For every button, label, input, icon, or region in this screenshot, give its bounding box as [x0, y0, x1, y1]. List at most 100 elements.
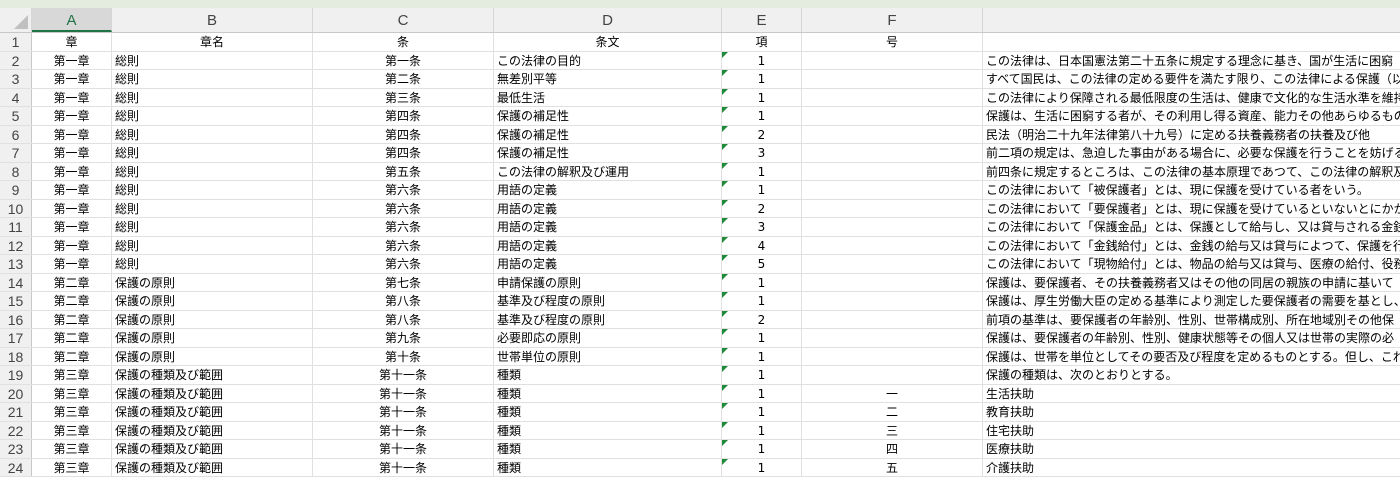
- cell-chapter-name[interactable]: 保護の種類及び範囲: [112, 403, 313, 421]
- cell-article[interactable]: 第六条: [313, 181, 494, 199]
- cell-item[interactable]: [802, 218, 983, 236]
- row-number[interactable]: 18: [0, 347, 32, 365]
- cell-article[interactable]: 第二条: [313, 70, 494, 88]
- cell-item[interactable]: [802, 125, 983, 143]
- cell-article[interactable]: 第十一条: [313, 458, 494, 476]
- cell-chapter[interactable]: 第一章: [32, 107, 112, 125]
- cell-chapter-name[interactable]: 保護の原則: [112, 292, 313, 310]
- cell-chapter-name[interactable]: 総則: [112, 236, 313, 254]
- cell-article[interactable]: 第七条: [313, 273, 494, 291]
- cell-article[interactable]: 第十一条: [313, 366, 494, 384]
- cell-chapter[interactable]: 第一章: [32, 236, 112, 254]
- cell-article[interactable]: 第四条: [313, 107, 494, 125]
- cell-chapter-name[interactable]: 総則: [112, 162, 313, 180]
- row-number[interactable]: 15: [0, 292, 32, 310]
- row-number[interactable]: 22: [0, 421, 32, 439]
- cell-text[interactable]: この法律により保障される最低限度の生活は、健康で文化的な生活水準を維持: [983, 89, 1400, 107]
- column-header-e[interactable]: E: [722, 8, 802, 32]
- cell-text[interactable]: この法律は、日本国憲法第二十五条に規定する理念に基き、国が生活に困窮: [983, 52, 1400, 70]
- cell[interactable]: 条: [313, 33, 494, 51]
- cell-article[interactable]: 第八条: [313, 292, 494, 310]
- cell-item[interactable]: [802, 51, 983, 69]
- row-number[interactable]: 12: [0, 236, 32, 254]
- cell-text[interactable]: 保護は、厚生労働大臣の定める基準により測定した要保護者の需要を基とし、: [983, 292, 1400, 310]
- cell-chapter-name[interactable]: 総則: [112, 218, 313, 236]
- cell-chapter-name[interactable]: 総則: [112, 199, 313, 217]
- row-number[interactable]: 8: [0, 162, 32, 180]
- row-number[interactable]: 19: [0, 366, 32, 384]
- cell-article-title[interactable]: 用語の定義: [494, 236, 722, 254]
- cell-article-title[interactable]: 種類: [494, 440, 722, 458]
- cell-article-title[interactable]: 種類: [494, 421, 722, 439]
- cell-article[interactable]: 第六条: [313, 199, 494, 217]
- cell-text[interactable]: 民法（明治二十九年法律第八十九号）に定める扶養義務者の扶養及び他: [983, 126, 1400, 144]
- cell-text[interactable]: この法律において「保護金品」とは、保護として給与し、又は貸与される金銭及び: [983, 218, 1400, 236]
- cell-chapter[interactable]: 第二章: [32, 347, 112, 365]
- cell-text[interactable]: 前項の基準は、要保護者の年齢別、性別、世帯構成別、所在地域別その他保: [983, 311, 1400, 329]
- cell-text[interactable]: この法律において「被保護者」とは、現に保護を受けている者をいう。: [983, 181, 1400, 199]
- cell-article[interactable]: 第十一条: [313, 384, 494, 402]
- row-number[interactable]: 3: [0, 70, 32, 88]
- row-number[interactable]: 13: [0, 255, 32, 273]
- cell-text[interactable]: 保護は、生活に困窮する者が、その利用し得る資産、能力その他あらゆるものを: [983, 107, 1400, 125]
- cell-chapter[interactable]: 第一章: [32, 162, 112, 180]
- cell-paragraph[interactable]: 1: [722, 421, 802, 439]
- cell-item[interactable]: [802, 310, 983, 328]
- cell-chapter-name[interactable]: 総則: [112, 255, 313, 273]
- column-header-g[interactable]: [983, 8, 1400, 32]
- cell-text[interactable]: 保護は、要保護者、その扶養義務者又はその他の同居の親族の申請に基いて: [983, 274, 1400, 292]
- cell-text[interactable]: 保護の種類は、次のとおりとする。: [983, 366, 1400, 384]
- select-all-button[interactable]: [0, 8, 32, 32]
- cell-article-title[interactable]: この法律の目的: [494, 51, 722, 69]
- cell-chapter[interactable]: 第一章: [32, 51, 112, 69]
- cell-text[interactable]: 前四条に規定するところは、この法律の基本原理であつて、この法律の解釈及び: [983, 163, 1400, 181]
- cell-chapter[interactable]: 第三章: [32, 421, 112, 439]
- cell-chapter[interactable]: 第二章: [32, 273, 112, 291]
- cell-article-title[interactable]: 用語の定義: [494, 181, 722, 199]
- cell-item[interactable]: [802, 107, 983, 125]
- cell-chapter[interactable]: 第一章: [32, 255, 112, 273]
- row-number[interactable]: 23: [0, 440, 32, 458]
- row-number[interactable]: 9: [0, 181, 32, 199]
- cell-paragraph[interactable]: 2: [722, 310, 802, 328]
- cell-text[interactable]: すべて国民は、この法律の定める要件を満たす限り、この法律による保護（以下: [983, 70, 1400, 88]
- cell-chapter-name[interactable]: 保護の種類及び範囲: [112, 440, 313, 458]
- cell-article-title[interactable]: 申請保護の原則: [494, 273, 722, 291]
- cell-paragraph[interactable]: 1: [722, 162, 802, 180]
- cell-chapter[interactable]: 第二章: [32, 329, 112, 347]
- row-number[interactable]: 1: [0, 33, 32, 51]
- row-number[interactable]: 6: [0, 125, 32, 143]
- cell-paragraph[interactable]: 1: [722, 51, 802, 69]
- cell-article-title[interactable]: この法律の解釈及び運用: [494, 162, 722, 180]
- cell-chapter-name[interactable]: 総則: [112, 125, 313, 143]
- cell-article-title[interactable]: 基準及び程度の原則: [494, 292, 722, 310]
- cell-paragraph[interactable]: 2: [722, 125, 802, 143]
- row-number[interactable]: 24: [0, 458, 32, 476]
- cell-article[interactable]: 第一条: [313, 51, 494, 69]
- cell-article-title[interactable]: 保護の補足性: [494, 144, 722, 162]
- cell-text[interactable]: 保護は、世帯を単位としてその要否及び程度を定めるものとする。但し、これによ: [983, 348, 1400, 366]
- cell[interactable]: 項: [722, 33, 802, 51]
- cell-text[interactable]: この法律において「金銭給付」とは、金銭の給与又は貸与によつて、保護を行うこ: [983, 237, 1400, 255]
- cell-chapter-name[interactable]: 総則: [112, 181, 313, 199]
- cell-item[interactable]: [802, 347, 983, 365]
- cell-paragraph[interactable]: 1: [722, 88, 802, 106]
- cell-article[interactable]: 第六条: [313, 236, 494, 254]
- cell-chapter-name[interactable]: 保護の種類及び範囲: [112, 384, 313, 402]
- cell-article[interactable]: 第十条: [313, 347, 494, 365]
- cell-chapter-name[interactable]: 保護の種類及び範囲: [112, 421, 313, 439]
- cell-item[interactable]: 三: [802, 421, 983, 439]
- cell-chapter-name[interactable]: 総則: [112, 70, 313, 88]
- cell-chapter-name[interactable]: 保護の原則: [112, 310, 313, 328]
- cell-item[interactable]: [802, 199, 983, 217]
- cell-paragraph[interactable]: 1: [722, 440, 802, 458]
- row-number[interactable]: 10: [0, 199, 32, 217]
- cell-chapter[interactable]: 第三章: [32, 366, 112, 384]
- cell-text[interactable]: 保護は、要保護者の年齢別、性別、健康状態等その個人又は世帯の実際の必: [983, 329, 1400, 347]
- cell-text[interactable]: 前二項の規定は、急迫した事由がある場合に、必要な保護を行うことを妨げるも: [983, 144, 1400, 162]
- row-number[interactable]: 20: [0, 384, 32, 402]
- cell[interactable]: 条文: [494, 33, 722, 51]
- cell-article[interactable]: 第六条: [313, 255, 494, 273]
- cell-chapter-name[interactable]: 総則: [112, 51, 313, 69]
- cell-chapter-name[interactable]: 保護の原則: [112, 273, 313, 291]
